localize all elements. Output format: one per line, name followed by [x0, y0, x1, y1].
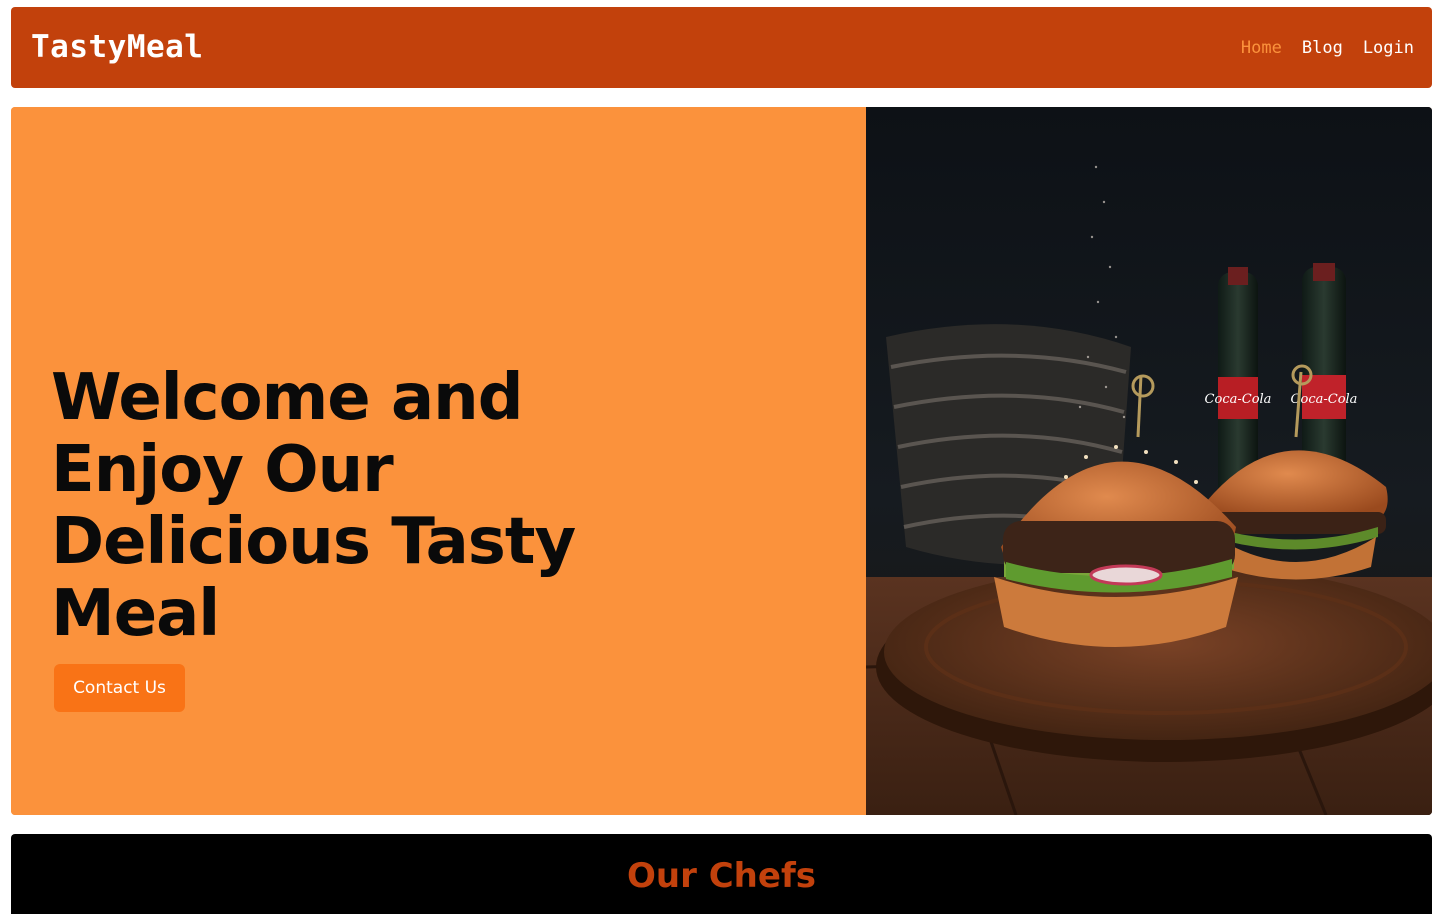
hero-image: Coca-Cola Coca-Cola	[866, 107, 1432, 815]
brand-logo[interactable]: TastyMeal	[31, 7, 203, 88]
svg-text:Coca-Cola: Coca-Cola	[1205, 392, 1272, 407]
navbar: TastyMeal Home Blog Login	[11, 7, 1432, 88]
nav-links: Home Blog Login	[1241, 7, 1414, 88]
hero-title: Welcome and Enjoy Our Delicious Tasty Me…	[51, 361, 576, 651]
contact-us-button[interactable]: Contact Us	[54, 664, 185, 712]
chefs-section: Our Chefs	[11, 834, 1432, 914]
burger-photo: Coca-Cola Coca-Cola	[866, 107, 1432, 815]
chefs-title: Our Chefs	[627, 856, 816, 896]
nav-link-home[interactable]: Home	[1241, 38, 1282, 58]
nav-link-blog[interactable]: Blog	[1302, 38, 1343, 58]
hero-section: Welcome and Enjoy Our Delicious Tasty Me…	[11, 107, 1432, 815]
nav-link-login[interactable]: Login	[1363, 38, 1414, 58]
hero-text-panel: Welcome and Enjoy Our Delicious Tasty Me…	[11, 107, 866, 815]
